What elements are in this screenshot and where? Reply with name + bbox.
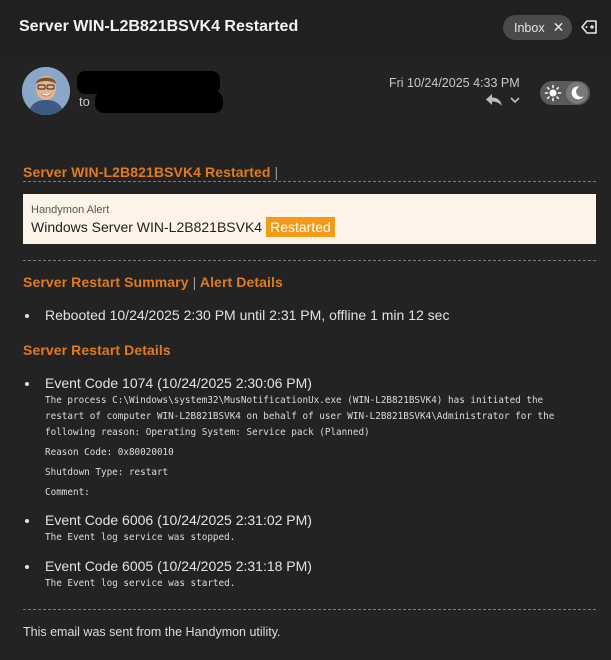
summary-item: Rebooted 10/24/2025 2:30 PM until 2:31 P…: [23, 307, 596, 323]
reply-icon[interactable]: [484, 93, 504, 107]
summary-separator: |: [192, 274, 197, 290]
theme-toggle[interactable]: [540, 81, 590, 105]
event-title: Event Code 6006 (10/24/2025 2:31:02 PM): [23, 512, 596, 528]
event-item: Event Code 1074 (10/24/2025 2:30:06 PM) …: [23, 375, 596, 501]
to-label: to: [79, 94, 90, 109]
alert-message: Windows Server WIN-L2B821BSVK4 Restarted: [31, 217, 588, 237]
title-separator: |: [274, 164, 279, 180]
status-badge: Restarted: [266, 217, 335, 237]
email-title: Server WIN-L2B821BSVK4 Restarted |: [23, 164, 596, 181]
moon-icon: [571, 86, 584, 100]
details-heading: Server Restart Details: [23, 342, 171, 358]
alert-server-name: Windows Server WIN-L2B821BSVK4: [31, 219, 263, 235]
chevron-down-icon[interactable]: [509, 95, 521, 105]
message-date: Fri 10/24/2025 4:33 PM: [389, 76, 520, 90]
message-body-pane: to Fri 10/24/2025 4:33 PM Server WIN-L2B…: [0, 56, 611, 660]
event-line: The Event log service was stopped.: [45, 532, 236, 543]
event-item: Event Code 6005 (10/24/2025 2:31:18 PM) …: [23, 558, 596, 592]
sender-avatar[interactable]: [22, 67, 70, 115]
remove-label-icon[interactable]: ✕: [553, 19, 565, 36]
event-reason-code: Reason Code: 0x80020010: [45, 447, 174, 458]
label-tag-icon[interactable]: [580, 18, 598, 36]
summary-heading-text: Server Restart Summary: [23, 274, 189, 290]
event-description: The process C:\Windows\system32\MusNotif…: [23, 393, 596, 501]
alert-details-link[interactable]: Alert Details: [200, 274, 283, 290]
inbox-label-text: Inbox: [514, 20, 545, 35]
inbox-label-chip[interactable]: Inbox ✕: [503, 15, 572, 40]
email-title-text: Server WIN-L2B821BSVK4 Restarted: [23, 164, 271, 180]
event-line: The Event log service was started.: [45, 578, 236, 589]
event-item: Event Code 6006 (10/24/2025 2:31:02 PM) …: [23, 512, 596, 546]
summary-heading: Server Restart Summary | Alert Details: [23, 274, 596, 290]
event-line: The process C:\Windows\system32\MusNotif…: [45, 395, 544, 406]
event-line: restart of computer WIN-L2B821BSVK4 on b…: [45, 411, 555, 422]
event-title: Event Code 6005 (10/24/2025 2:31:18 PM): [23, 558, 596, 574]
email-footer: This email was sent from the Handymon ut…: [23, 625, 281, 639]
alert-banner: Handymon Alert Windows Server WIN-L2B821…: [23, 194, 596, 244]
redacted-recipient: [95, 91, 223, 113]
event-title: Event Code 1074 (10/24/2025 2:30:06 PM): [23, 375, 596, 391]
message-subject: Server WIN-L2B821BSVK4 Restarted: [19, 18, 299, 35]
event-line: following reason: Operating System: Serv…: [45, 427, 370, 438]
alert-source: Handymon Alert: [31, 204, 110, 216]
event-comment: Comment:: [45, 487, 90, 498]
message-header-bar: Server WIN-L2B821BSVK4 Restarted Inbox ✕: [0, 0, 611, 56]
sun-icon: [544, 84, 562, 102]
email-content: Server WIN-L2B821BSVK4 Restarted | Handy…: [23, 158, 596, 639]
event-shutdown-type: Shutdown Type: restart: [45, 467, 169, 478]
